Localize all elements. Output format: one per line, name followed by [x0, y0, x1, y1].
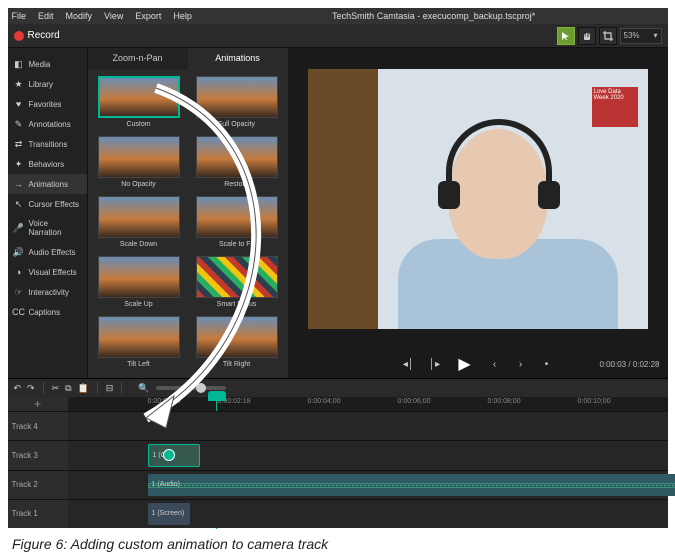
sidebar-item-cursor-effects[interactable]: ↖Cursor Effects [8, 194, 87, 214]
step-forward-button[interactable]: › [512, 355, 530, 373]
copy-button[interactable]: ⧉ [65, 383, 71, 394]
menu-file[interactable]: File [12, 11, 27, 21]
preview-canvas[interactable]: Love Data Week 2020 [308, 69, 648, 329]
visual-effects-icon: ◑ [14, 267, 24, 277]
timeline: ↶ ↷ ✂ ⧉ 📋 ⊟ 🔍 + 0:00:00;00 0:00:02:18 0:… [8, 378, 668, 528]
split-button[interactable]: ⊟ [106, 383, 114, 394]
timeline-toolbar: ↶ ↷ ✂ ⧉ 📋 ⊟ 🔍 [8, 379, 668, 397]
tool-sidebar: ◧Media ★Library ♥Favorites ✎Annotations … [8, 48, 88, 378]
preset-smart-focus[interactable]: Smart Focus [192, 256, 282, 308]
animations-icon: → [14, 179, 24, 189]
track-lane[interactable] [68, 412, 668, 440]
cursor-icon: ↖ [14, 199, 24, 209]
menu-view[interactable]: View [104, 11, 123, 21]
menu-bar: File Edit Modify View Export Help TechSm… [8, 8, 668, 24]
track-1: Track 1 1 (Screen) [8, 499, 668, 528]
canvas-zoom-input[interactable]: 53% ▾ [620, 28, 662, 44]
pointer-tool-button[interactable] [557, 27, 575, 45]
sidebar-item-captions[interactable]: CCCaptions [8, 302, 87, 322]
speaker-icon: 🔊 [14, 247, 24, 257]
sidebar-item-transitions[interactable]: ⇄Transitions [8, 134, 87, 154]
sidebar-item-media[interactable]: ◧Media [8, 54, 87, 74]
camtasia-window: File Edit Modify View Export Help TechSm… [8, 8, 668, 528]
track-lane[interactable]: 1 (Audio) [68, 471, 668, 499]
preset-full-opacity[interactable]: Full Opacity [192, 76, 282, 128]
interactivity-icon: ☞ [14, 287, 24, 297]
animations-panel: Zoom-n-Pan Animations Custom Full Opacit… [88, 48, 288, 378]
top-toolbar: Record 53% ▾ [8, 24, 668, 48]
track-header[interactable]: Track 3 [8, 441, 68, 469]
prev-frame-button[interactable]: ◂│ [400, 355, 418, 373]
undo-button[interactable]: ↶ [14, 383, 22, 394]
sidebar-item-behaviors[interactable]: ✦Behaviors [8, 154, 87, 174]
sidebar-item-visual-effects[interactable]: ◑Visual Effects [8, 262, 87, 282]
record-icon [14, 31, 24, 41]
record-button[interactable]: Record [14, 30, 60, 41]
track-4: Track 4 [8, 411, 668, 440]
preset-tilt-right[interactable]: Tilt Right [192, 316, 282, 368]
next-frame-button[interactable]: │▸ [426, 355, 444, 373]
crop-tool-button[interactable] [599, 27, 617, 45]
track-header[interactable]: Track 1 [8, 500, 68, 528]
play-button[interactable]: ▶ [452, 351, 478, 377]
playback-controls: ◂│ │▸ ▶ ‹ › • 0:00:03 / 0:02:28 [288, 350, 668, 378]
chevron-down-icon: ▾ [653, 31, 657, 40]
record-label: Record [28, 30, 60, 41]
screen-clip[interactable]: 1 (Screen) [148, 503, 190, 525]
timeline-zoom-slider[interactable] [156, 386, 226, 390]
marker-button[interactable]: • [538, 355, 556, 373]
figure-caption: Figure 6: Adding custom animation to cam… [0, 532, 675, 556]
timeline-ruler[interactable]: 0:00:00;00 0:00:02:18 0:00:04;00 0:00:06… [68, 397, 668, 411]
cut-button[interactable]: ✂ [52, 383, 60, 394]
menu-help[interactable]: Help [173, 11, 192, 21]
tab-animations[interactable]: Animations [188, 48, 288, 70]
media-icon: ◧ [14, 59, 24, 69]
sidebar-item-annotations[interactable]: ✎Annotations [8, 114, 87, 134]
track-lane[interactable]: 1 (Screen) [68, 500, 668, 528]
preset-no-opacity[interactable]: No Opacity [94, 136, 184, 188]
preset-scale-down[interactable]: Scale Down [94, 196, 184, 248]
mic-icon: 🎤 [14, 223, 24, 233]
preset-tilt-left[interactable]: Tilt Left [94, 316, 184, 368]
track-header[interactable]: Track 4 [8, 412, 68, 440]
audio-clip[interactable]: 1 (Audio) [148, 474, 675, 496]
poster: Love Data Week 2020 [592, 87, 638, 127]
behaviors-icon: ✦ [14, 159, 24, 169]
transitions-icon: ⇄ [14, 139, 24, 149]
heart-icon: ♥ [14, 99, 24, 109]
menu-export[interactable]: Export [135, 11, 161, 21]
preset-restore[interactable]: Restore [192, 136, 282, 188]
track-3: Track 3 1 (C… [8, 440, 668, 469]
tab-zoom-n-pan[interactable]: Zoom-n-Pan [88, 48, 188, 70]
track-header[interactable]: Track 2 [8, 471, 68, 499]
sidebar-item-voice-narration[interactable]: 🎤Voice Narration [8, 214, 87, 242]
preset-scale-to-fit[interactable]: Scale to Fit [192, 196, 282, 248]
zoom-out-button[interactable]: 🔍 [138, 383, 149, 394]
sidebar-item-animations[interactable]: →Animations [8, 174, 87, 194]
track-2: Track 2 1 (Audio) [8, 470, 668, 499]
preset-custom[interactable]: Custom [94, 76, 184, 128]
sidebar-item-interactivity[interactable]: ☞Interactivity [8, 282, 87, 302]
captions-icon: CC [14, 307, 24, 317]
window-title: TechSmith Camtasia - execucomp_backup.ts… [332, 11, 535, 21]
animation-keyframe[interactable] [163, 449, 175, 461]
annotations-icon: ✎ [14, 119, 24, 129]
menu-modify[interactable]: Modify [66, 11, 93, 21]
preview-pane: Love Data Week 2020 ◂│ │▸ ▶ ‹ › • 0:00:0… [288, 48, 668, 378]
sidebar-item-favorites[interactable]: ♥Favorites [8, 94, 87, 114]
paste-button[interactable]: 📋 [78, 383, 89, 394]
step-back-button[interactable]: ‹ [486, 355, 504, 373]
preset-scale-up[interactable]: Scale Up [94, 256, 184, 308]
redo-button[interactable]: ↷ [27, 383, 35, 394]
hand-tool-button[interactable] [578, 27, 596, 45]
sidebar-item-audio-effects[interactable]: 🔊Audio Effects [8, 242, 87, 262]
track-lane[interactable]: 1 (C… [68, 441, 668, 469]
sidebar-item-library[interactable]: ★Library [8, 74, 87, 94]
menu-edit[interactable]: Edit [38, 11, 54, 21]
playback-time: 0:00:03 / 0:02:28 [599, 360, 659, 369]
add-track-button[interactable]: + [8, 397, 68, 411]
library-icon: ★ [14, 79, 24, 89]
